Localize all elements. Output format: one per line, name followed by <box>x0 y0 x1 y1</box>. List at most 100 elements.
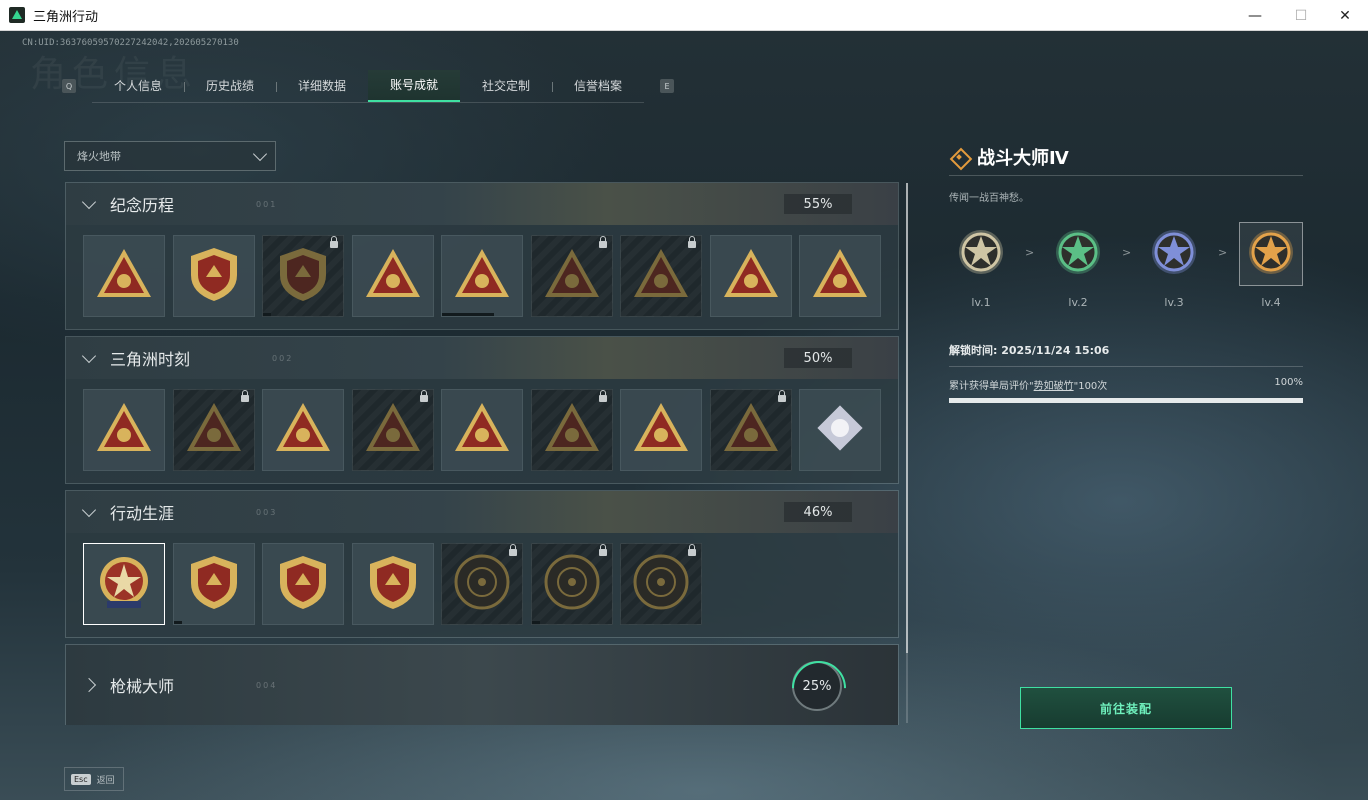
vehicle-triangle-icon <box>451 243 513 309</box>
lock-icon <box>777 390 786 402</box>
achievement-badge[interactable] <box>262 543 344 625</box>
game-viewport: 角色信息 CN:UID:3637605957022724204​2,202605… <box>0 31 1368 800</box>
achievement-badge[interactable] <box>351 389 434 471</box>
achievement-badge[interactable] <box>799 389 881 471</box>
tab-0[interactable]: 个人信息 <box>92 70 184 102</box>
condition-prefix: 累计获得单局评价" <box>949 381 1034 392</box>
achievement-badge[interactable] <box>709 389 792 471</box>
star-medal-icon <box>1053 227 1103 281</box>
section-code: 001 <box>256 199 278 209</box>
achievement-section: 三角洲时刻 002 50% <box>65 336 899 484</box>
uid-text: CN:UID:3637605957022724204​2,20260527013… <box>22 38 239 48</box>
triangle-emblem-icon <box>93 243 155 309</box>
section-code: 004 <box>256 680 278 690</box>
badge-grid <box>66 379 898 483</box>
mode-select[interactable]: 烽火地带 <box>64 141 276 171</box>
achievement-badge[interactable] <box>83 235 165 317</box>
achievement-badge[interactable] <box>262 389 344 471</box>
section-title: 行动生涯 <box>110 504 175 523</box>
achievement-badge[interactable] <box>530 543 613 625</box>
achievement-badge[interactable] <box>799 235 881 317</box>
tab-1[interactable]: 历史战绩 <box>184 70 276 102</box>
esc-key-icon: Esc <box>71 773 91 785</box>
chevron-right-icon <box>81 677 97 693</box>
achievement-section: 纪念历程 001 55% <box>65 182 899 330</box>
achievement-list: 纪念历程 001 55% 三角洲时刻 002 50% 行动生涯 003 46% … <box>64 182 900 725</box>
section-title: 三角洲时刻 <box>110 350 191 369</box>
detail-title: 战斗大师Ⅳ <box>977 147 1069 169</box>
badge-progress-bar <box>263 313 271 316</box>
section-percent: 55% <box>784 194 852 214</box>
achievement-badge[interactable] <box>172 235 255 317</box>
achievement-badge[interactable] <box>620 389 702 471</box>
close-button[interactable]: ✕ <box>1322 0 1368 31</box>
tower-triangle-icon <box>93 397 155 463</box>
badge-progress-bar <box>442 313 494 316</box>
next-tab-key[interactable]: E <box>660 79 674 93</box>
badge-progress-bar <box>173 621 182 624</box>
helicopter-shield-icon <box>183 243 245 309</box>
star-medal-icon <box>1246 227 1296 281</box>
achievement-badge[interactable] <box>83 389 165 471</box>
number-one-triangle-icon <box>809 243 871 309</box>
level-badge[interactable] <box>1239 222 1303 286</box>
mode-select-value: 烽火地带 <box>77 150 121 163</box>
tab-4[interactable]: 社交定制 <box>460 70 552 102</box>
level-label: lv.2 <box>1068 296 1088 309</box>
badge-grid <box>66 225 898 329</box>
achievement-badge[interactable] <box>262 235 344 317</box>
section-header[interactable]: 三角洲时刻 002 50% <box>66 337 898 379</box>
achievement-badge[interactable] <box>441 543 523 625</box>
condition-text: 累计获得单局评价"势如破竹"100次 <box>949 377 1107 392</box>
lock-icon <box>688 236 696 248</box>
squad-triangle-icon <box>451 397 513 463</box>
section-header[interactable]: 行动生涯 003 46% <box>66 491 898 533</box>
tab-3[interactable]: 账号成就 <box>368 69 460 102</box>
achievement-section-collapsed[interactable]: 枪械大师 004 25% <box>65 644 899 725</box>
level-label: lv.4 <box>1261 296 1281 309</box>
prev-tab-key[interactable]: Q <box>62 79 76 93</box>
diamond-shield-icon <box>362 551 424 617</box>
achievement-badge[interactable] <box>709 235 792 317</box>
lock-icon <box>598 390 607 402</box>
minimize-button[interactable]: — <box>1232 0 1278 31</box>
level-label: lv.3 <box>1164 296 1184 309</box>
lock-icon <box>330 236 338 248</box>
crosshair-skull-seal-icon <box>541 551 603 617</box>
achievement-badge[interactable] <box>441 235 523 317</box>
section-header[interactable]: 枪械大师 004 25% <box>66 645 898 725</box>
back-button[interactable]: Esc 返回 <box>64 767 124 791</box>
achievement-badge[interactable] <box>530 235 613 317</box>
go-equip-button[interactable]: 前往装配 <box>1020 687 1232 729</box>
achievement-badge[interactable] <box>441 389 523 471</box>
level-badge[interactable] <box>949 222 1013 286</box>
lock-icon <box>598 236 607 248</box>
level-badge[interactable] <box>1046 222 1110 286</box>
detail-header: 战斗大师Ⅳ <box>949 146 1303 176</box>
section-header[interactable]: 纪念历程 001 55% <box>66 183 898 225</box>
crowd-triangle-icon <box>541 397 603 463</box>
tab-2[interactable]: 详细数据 <box>276 70 368 102</box>
level-progression: lv.1 > lv.2 > lv.3 > lv.4 <box>949 222 1303 312</box>
scrollbar-thumb[interactable] <box>906 183 908 653</box>
achievement-badge[interactable] <box>83 543 165 625</box>
window-title: 三角洲行动 <box>33 9 99 25</box>
achievement-badge[interactable] <box>530 389 613 471</box>
achievement-scrollbar[interactable] <box>906 183 908 723</box>
fist-shield-icon <box>272 551 334 617</box>
detail-description: 传闻一战百神愁。 <box>949 193 1029 204</box>
achievement-badge[interactable] <box>172 389 255 471</box>
achievement-badge[interactable] <box>351 543 434 625</box>
achievement-badge[interactable] <box>620 543 702 625</box>
achievement-badge[interactable] <box>620 235 702 317</box>
achievement-badge[interactable] <box>351 235 434 317</box>
level-label: lv.1 <box>971 296 991 309</box>
bust-triangle-icon <box>183 397 245 463</box>
condition-suffix: "100次 <box>1073 381 1108 392</box>
tab-5[interactable]: 信誉档案 <box>552 70 644 102</box>
level-badge[interactable] <box>1142 222 1206 286</box>
achievement-badge[interactable] <box>172 543 255 625</box>
maximize-button[interactable]: ☐ <box>1278 0 1324 31</box>
flower-diamond-icon <box>809 397 871 463</box>
condition-highlight: 势如破竹 <box>1033 381 1074 392</box>
